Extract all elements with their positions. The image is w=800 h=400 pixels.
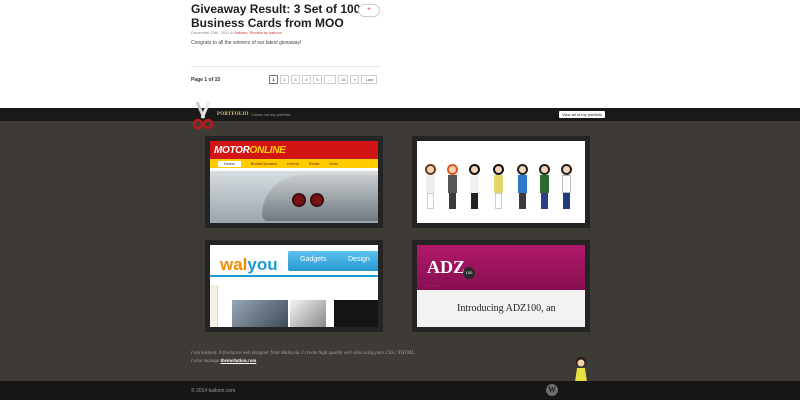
character — [447, 164, 458, 209]
portfolio-subtitle: Check out my portfolio — [251, 112, 291, 117]
portfolio-thumbnail — [417, 141, 585, 223]
page-link[interactable]: 5 — [313, 75, 322, 84]
scissors-icon — [192, 101, 214, 130]
post-categories[interactable]: Articles, Review by kailoon — [234, 30, 282, 35]
nav-item: Berita — [308, 161, 320, 166]
character — [517, 164, 528, 209]
character — [561, 164, 572, 209]
nav-item: Berita/Updates — [250, 161, 278, 166]
nav-item: Moto — [329, 161, 339, 166]
adz-headline: Introducing ADZ100, an — [457, 303, 556, 314]
footer: © 2014 kailoon.com W — [0, 381, 800, 400]
adz-header: ADZ 100 ... ... ... — [417, 245, 585, 290]
post-meta: December 15th, 2011 in Articles, Review … — [191, 30, 282, 35]
car-image — [210, 171, 378, 223]
nav-item: Design — [348, 256, 370, 263]
page-indicator: Page 1 of 15 — [191, 77, 221, 83]
walyou-logo: walyou — [220, 255, 278, 274]
portfolio-bar: PORTFOLIO Check out my portfolio View al… — [0, 108, 800, 121]
nav-item: Kereta — [287, 161, 299, 166]
next-page-button[interactable]: » — [350, 75, 360, 84]
article-image — [334, 300, 378, 327]
portfolio-tile-walyou[interactable]: walyou Gadgets Design — [205, 240, 383, 332]
nav-item: Home — [218, 160, 241, 167]
car-body — [262, 175, 378, 221]
walyou-nav-banner: Gadgets Design — [288, 251, 378, 271]
character — [539, 164, 550, 209]
comment-bubble-icon[interactable]: + — [358, 4, 380, 17]
post-date: December 15th, 2011 in — [191, 30, 234, 35]
divider — [210, 275, 378, 277]
character — [425, 164, 436, 209]
tail-lamp — [292, 193, 306, 207]
about-line-2: I also manage themeitation.com. — [191, 359, 258, 364]
motoronline-logo: MOTORONLINE — [214, 145, 286, 156]
copyright: © 2014 kailoon.com — [191, 388, 236, 394]
view-all-portfolio-button[interactable]: View all of my portfolio — [559, 111, 605, 118]
page-link[interactable]: 3 — [291, 75, 300, 84]
wordpress-icon[interactable]: W — [546, 384, 558, 396]
character-illustration — [417, 141, 585, 223]
adz-logo: ADZ — [427, 257, 466, 277]
portfolio-tile-motoronline[interactable]: MOTORONLINE Home Berita/Updates Kereta B… — [205, 136, 383, 228]
page-link[interactable]: 1 — [269, 75, 278, 84]
motoronline-header: MOTORONLINE — [210, 141, 378, 159]
page-link[interactable]: 4 — [302, 75, 311, 84]
portfolio-thumbnail: ADZ 100 ... ... ... Introducing ADZ100, … — [417, 245, 585, 327]
blog-section: Giveaway Result: 3 Set of 100 Business C… — [0, 0, 800, 108]
themeitation-link[interactable]: themeitation.com — [221, 359, 257, 364]
divider — [191, 66, 381, 67]
pagination: 1 2 3 4 5 ... 15 » Last — [269, 75, 378, 84]
character — [493, 164, 504, 209]
nav-item: Gadgets — [300, 256, 327, 263]
page-link[interactable]: 2 — [280, 75, 289, 84]
character — [469, 164, 480, 209]
motoronline-nav: Home Berita/Updates Kereta Berita Moto — [210, 159, 378, 168]
tail-lamp — [310, 193, 324, 207]
portfolio-tile-adz100[interactable]: ADZ 100 ... ... ... Introducing ADZ100, … — [412, 240, 590, 332]
last-page-button[interactable]: Last — [361, 75, 378, 84]
adz-tagline: ... ... ... — [429, 283, 439, 287]
portfolio-thumbnail: walyou Gadgets Design — [210, 245, 378, 327]
portfolio-tile-characters[interactable] — [412, 136, 590, 228]
portfolio-thumbnail: MOTORONLINE Home Berita/Updates Kereta B… — [210, 141, 378, 223]
article-image — [232, 300, 288, 327]
portfolio-title: PORTFOLIO — [217, 112, 249, 117]
sidebar-strip — [210, 285, 218, 327]
page-ellipsis: ... — [324, 75, 336, 84]
adz-badge: 100 — [463, 267, 475, 279]
page-link[interactable]: 15 — [338, 75, 349, 84]
about-text: I am kailoon. A freelance web designer f… — [191, 350, 415, 366]
article-image — [290, 300, 326, 327]
post-excerpt: Congrats to all the winners of our lates… — [191, 40, 302, 46]
about-line: I am kailoon. A freelance web designer f… — [191, 351, 416, 356]
